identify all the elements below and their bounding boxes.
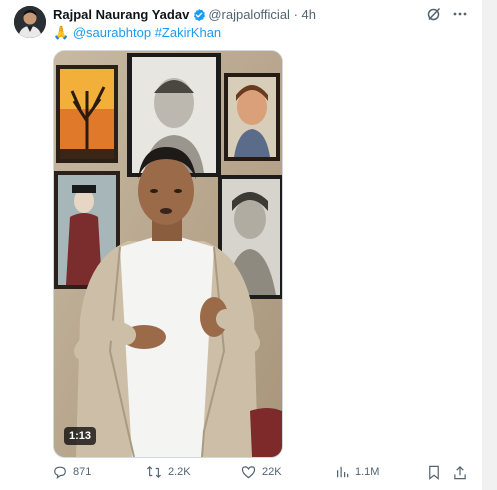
repost-count: 2.2K xyxy=(168,466,191,478)
video-player[interactable]: 1:13 xyxy=(53,50,283,458)
page-scrollbar[interactable] xyxy=(482,0,497,490)
views-icon xyxy=(337,466,349,478)
tweet-time[interactable]: 4h xyxy=(302,7,316,22)
grok-icon[interactable] xyxy=(426,6,442,25)
hashtag-link[interactable]: #ZakirKhan xyxy=(155,25,221,40)
mention-link[interactable]: @saurabhtop xyxy=(73,25,151,40)
like-button[interactable]: 22K xyxy=(241,465,282,479)
author-name[interactable]: Rajpal Naurang Yadav xyxy=(53,7,189,22)
tweet-text: 🙏 @saurabhtop #ZakirKhan xyxy=(53,25,221,41)
share-button[interactable] xyxy=(453,465,467,480)
video-duration: 1:13 xyxy=(64,427,97,445)
more-icon[interactable] xyxy=(452,6,468,25)
folded-hands-emoji: 🙏 xyxy=(53,25,70,40)
separator-dot: · xyxy=(293,7,298,22)
like-count: 22K xyxy=(262,466,282,478)
views-count: 1.1M xyxy=(355,466,380,478)
repost-icon xyxy=(147,465,161,479)
tweet-header: Rajpal Naurang Yadav @rajpalofficial · 4h xyxy=(53,7,472,25)
share-icon xyxy=(454,466,466,480)
tweet-card[interactable]: Rajpal Naurang Yadav @rajpalofficial · 4h… xyxy=(0,0,483,490)
views-button[interactable]: 1.1M xyxy=(335,465,379,479)
verified-badge-icon xyxy=(192,8,206,25)
avatar[interactable] xyxy=(14,6,46,38)
reply-icon xyxy=(54,466,66,479)
bookmark-icon xyxy=(429,465,439,480)
action-bar: 871 2.2K 22K 1.1M xyxy=(53,465,471,485)
like-icon xyxy=(241,466,256,479)
reply-button[interactable]: 871 xyxy=(53,465,91,479)
reply-count: 871 xyxy=(73,466,92,478)
repost-button[interactable]: 2.2K xyxy=(146,465,191,479)
avatar-image xyxy=(14,6,46,38)
bookmark-button[interactable] xyxy=(427,465,441,480)
author-handle[interactable]: @rajpalofficial xyxy=(208,7,290,22)
video-frame xyxy=(54,51,282,457)
